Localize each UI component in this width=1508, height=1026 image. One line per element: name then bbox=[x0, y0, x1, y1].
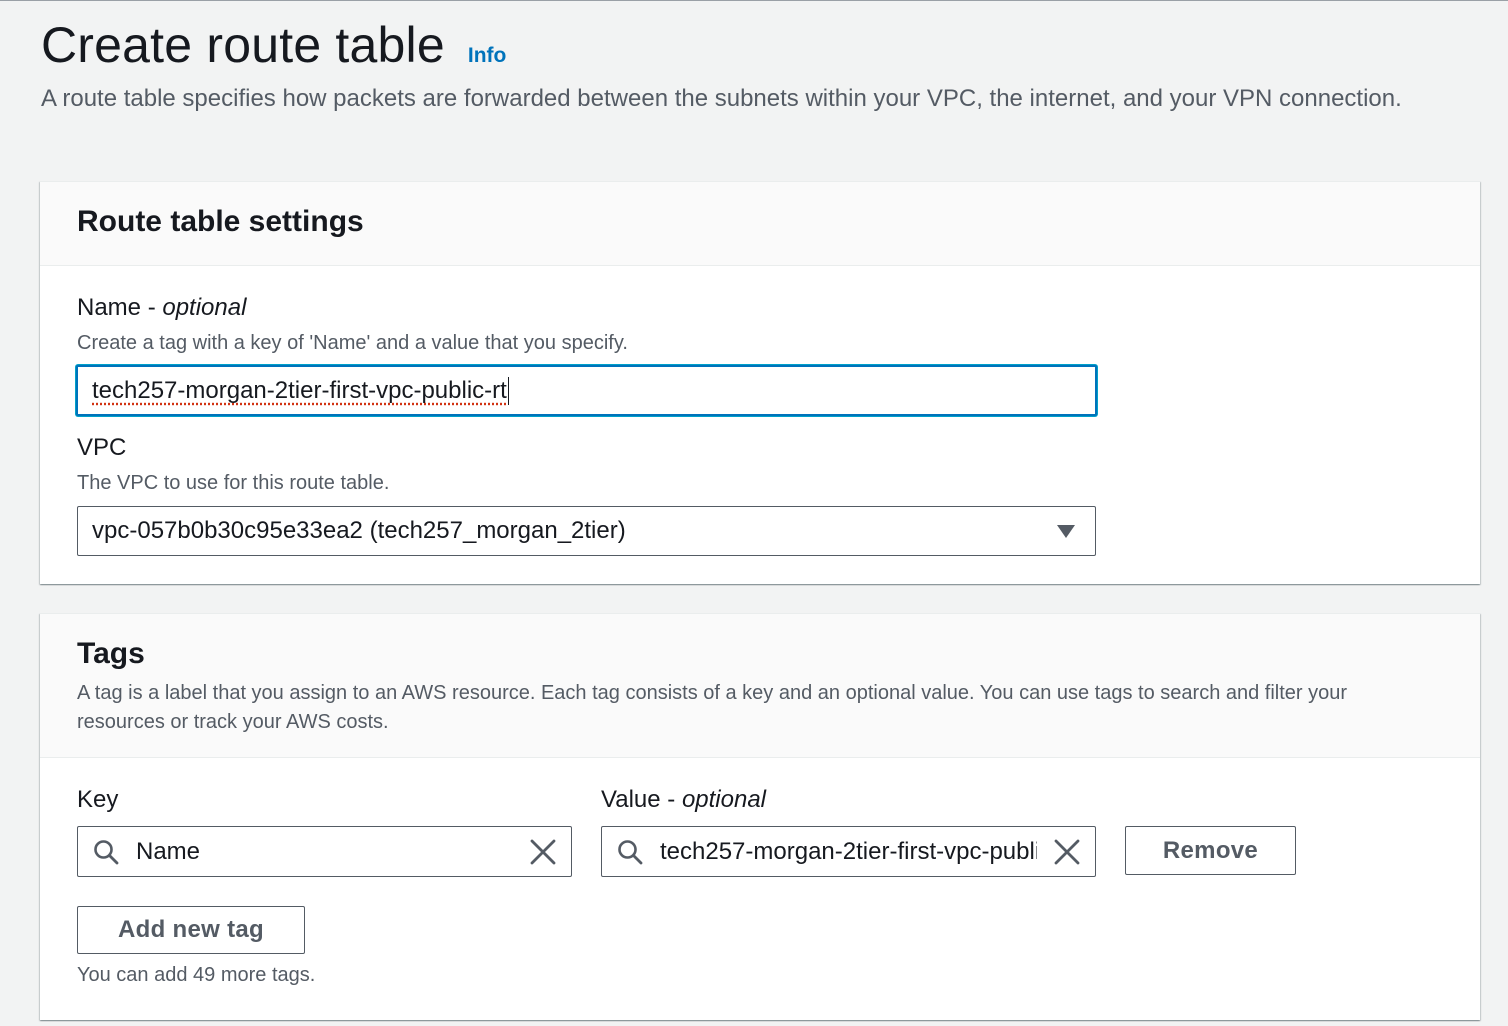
name-label-text: Name - bbox=[77, 294, 163, 321]
tags-description: A tag is a label that you assign to an A… bbox=[77, 682, 1348, 733]
close-icon[interactable] bbox=[1053, 838, 1081, 866]
vpc-select[interactable]: vpc-057b0b30c95e33ea2 (tech257_morgan_2t… bbox=[77, 506, 1096, 556]
name-field-description: Create a tag with a key of 'Name' and a … bbox=[77, 332, 628, 354]
caret-down-icon bbox=[1057, 525, 1075, 538]
remove-tag-button[interactable]: Remove bbox=[1125, 826, 1296, 875]
name-input[interactable]: tech257-morgan-2tier-first-vpc-public-rt bbox=[76, 365, 1097, 416]
vpc-field-description: The VPC to use for this route table. bbox=[77, 472, 390, 494]
page-header: Create route table Info A route table sp… bbox=[41, 15, 1461, 119]
route-table-settings-panel: Route table settings Name - optional Cre… bbox=[40, 181, 1480, 584]
value-label-text: Value - bbox=[601, 786, 682, 813]
key-label: Key bbox=[77, 786, 119, 813]
panel-header: Route table settings bbox=[40, 182, 1480, 266]
value-label-optional: optional bbox=[681, 786, 767, 813]
tag-value-input[interactable]: tech257-morgan-2tier-first-vpc-public-rt bbox=[601, 826, 1096, 877]
name-label-optional: optional bbox=[162, 294, 247, 321]
tags-title: Tags bbox=[77, 637, 145, 670]
panel-title: Route table settings bbox=[77, 205, 364, 238]
tags-remaining-hint: You can add 49 more tags. bbox=[77, 964, 316, 986]
name-field-label: Name - optional bbox=[77, 294, 246, 322]
name-input-value: tech257-morgan-2tier-first-vpc-public-rt bbox=[92, 376, 507, 404]
tags-panel: Tags A tag is a label that you assign to… bbox=[40, 613, 1480, 1020]
vpc-select-value: vpc-057b0b30c95e33ea2 (tech257_morgan_2t… bbox=[92, 517, 626, 544]
text-cursor bbox=[507, 376, 510, 405]
value-label: Value - optional bbox=[601, 786, 766, 814]
page-description: A route table specifies how packets are … bbox=[41, 85, 1402, 112]
add-new-tag-button[interactable]: Add new tag bbox=[77, 906, 305, 954]
tag-value-value: tech257-morgan-2tier-first-vpc-public-rt bbox=[660, 838, 1037, 865]
tag-key-value: Name bbox=[136, 838, 201, 865]
panel-header: Tags A tag is a label that you assign to… bbox=[40, 614, 1480, 758]
search-icon bbox=[618, 840, 643, 865]
search-icon bbox=[94, 840, 119, 865]
page-title: Create route table bbox=[41, 17, 445, 73]
tag-key-input[interactable]: Name bbox=[77, 826, 572, 877]
close-icon[interactable] bbox=[529, 838, 557, 866]
vpc-field-label: VPC bbox=[77, 434, 127, 461]
info-link[interactable]: Info bbox=[468, 44, 506, 68]
title-row: Create route table Info bbox=[41, 15, 1461, 75]
